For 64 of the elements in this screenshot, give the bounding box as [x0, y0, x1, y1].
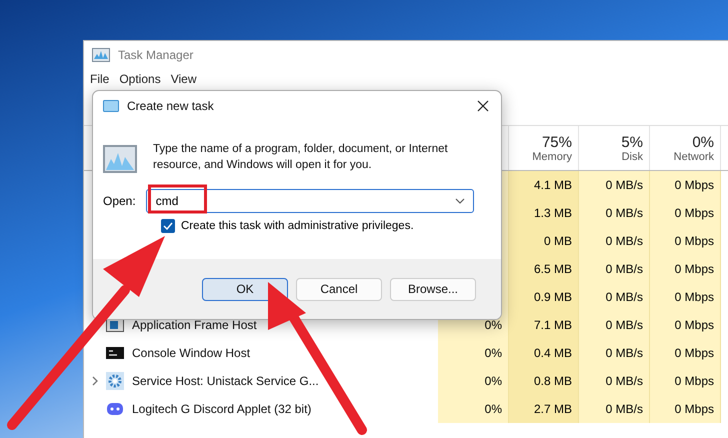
table-cell: 1.3 MB — [534, 206, 572, 220]
menu-item[interactable]: View — [170, 72, 196, 86]
chevron-icon[interactable] — [92, 376, 98, 386]
table-cell: 0 Mbps — [674, 262, 714, 276]
table-cell: 0 Mbps — [674, 374, 714, 388]
table-cell: 6.5 MB — [534, 262, 572, 276]
column-header[interactable]: Disk — [622, 150, 643, 162]
column-header[interactable]: Memory — [532, 150, 572, 162]
table-cell: 7.1 MB — [534, 318, 572, 332]
table-cell: 0 Mbps — [674, 402, 714, 416]
process-name: Service Host: Unistack Service G... — [132, 374, 319, 388]
gear-icon — [106, 372, 124, 390]
checkbox-label[interactable]: Create this task with administrative privileges. — [181, 220, 414, 232]
table-cell: 4.1 MB — [534, 178, 572, 192]
table-cell: 0 MB/s — [606, 262, 643, 276]
table-cell: 0 Mbps — [674, 234, 714, 248]
console-icon — [106, 347, 124, 359]
table-cell: 0 Mbps — [674, 346, 714, 360]
dialog-title: Create new task — [127, 99, 215, 113]
table-cell: 0 Mbps — [674, 290, 714, 304]
window-title: Task Manager — [118, 48, 194, 62]
game-controller-icon — [106, 402, 124, 416]
table-cell: 0 MB/s — [606, 318, 643, 332]
menu-item[interactable]: File — [90, 72, 110, 86]
highlight-box — [148, 184, 207, 214]
table-cell: 2.7 MB — [534, 402, 572, 416]
table-cell: 0 MB/s — [606, 290, 643, 304]
table-cell: 0.4 MB — [534, 346, 572, 360]
table-cell: 0 Mbps — [674, 206, 714, 220]
dialog-message: Type the name of a program, folder, document, or Internet resource, and Windows will open it for you. — [153, 142, 449, 173]
chart-icon — [92, 48, 110, 62]
process-name: Logitech G Discord Applet (32 bit) — [132, 402, 312, 416]
table-cell: 0.8 MB — [534, 374, 572, 388]
table-cell: 0 MB/s — [606, 178, 643, 192]
column-header[interactable]: Network — [674, 150, 714, 162]
table-cell: 0.9 MB — [534, 290, 572, 304]
cancel-button[interactable]: Cancel — [296, 278, 382, 300]
column-percent: 75% — [542, 134, 572, 150]
table-cell: 0 MB/s — [606, 206, 643, 220]
chevron-down-icon[interactable] — [455, 198, 465, 204]
open-combobox[interactable]: cmd — [146, 189, 474, 213]
table-cell: 0 MB — [544, 234, 572, 248]
table-cell: 0 MB/s — [606, 374, 643, 388]
process-name: Console Window Host — [132, 346, 250, 360]
table-cell: 0 MB/s — [606, 234, 643, 248]
table-cell: 0% — [484, 346, 502, 360]
chart-icon — [103, 145, 137, 173]
table-cell: 0% — [484, 318, 502, 332]
browse-button[interactable]: Browse... — [390, 278, 476, 300]
table-cell: 0% — [484, 402, 502, 416]
monitor-icon — [103, 100, 119, 112]
column-percent: 5% — [621, 134, 643, 150]
table-cell: 0 MB/s — [606, 402, 643, 416]
ok-button[interactable]: OK — [202, 278, 288, 300]
process-name: Application Frame Host — [132, 318, 257, 332]
column-percent: 0% — [692, 134, 714, 150]
menu-item[interactable]: Options — [119, 72, 161, 86]
table-cell: 0 Mbps — [674, 318, 714, 332]
table-cell: 0% — [484, 374, 502, 388]
close-icon[interactable] — [477, 100, 489, 112]
table-cell: 0 Mbps — [674, 178, 714, 192]
checkbox[interactable] — [161, 219, 175, 233]
table-cell: 0 MB/s — [606, 346, 643, 360]
open-label: Open: — [103, 194, 136, 208]
